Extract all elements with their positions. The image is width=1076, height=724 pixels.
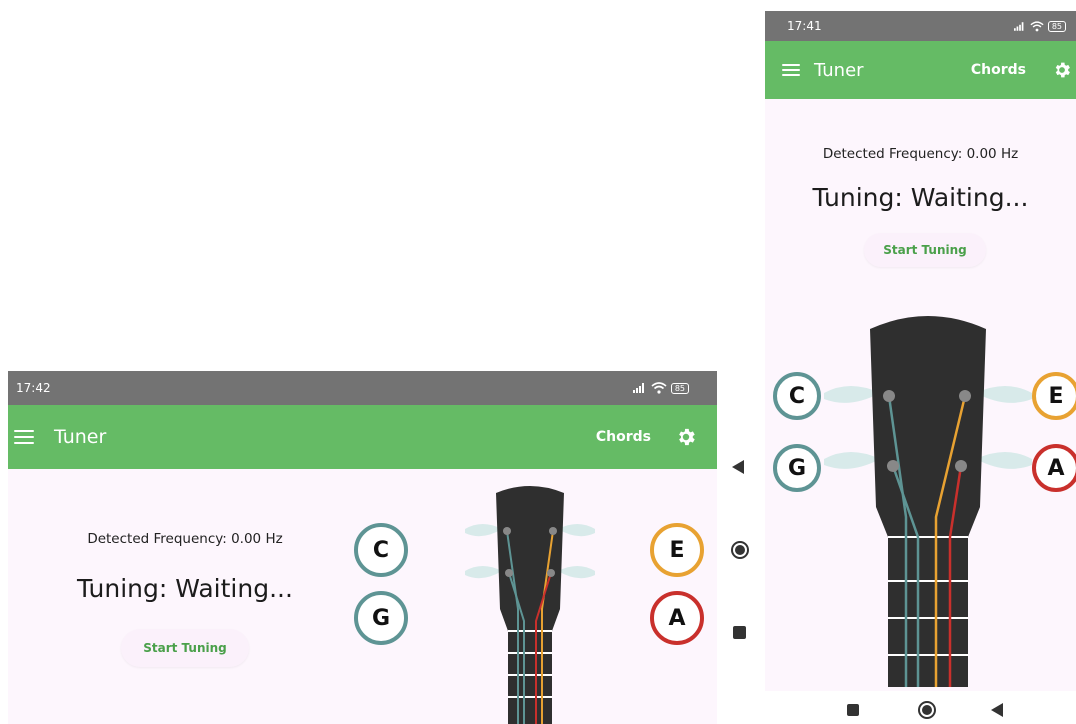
tuning-status: Tuning: Waiting... — [812, 183, 1029, 212]
tuning-status: Tuning: Waiting... — [77, 574, 293, 603]
app-bar: Tuner Chords — [8, 405, 717, 469]
home-icon[interactable] — [918, 701, 936, 719]
portrait-screen: 17:41 85 Tuner Chords Detected Frequency… — [765, 11, 1076, 691]
string-g-button[interactable]: G — [354, 591, 408, 645]
menu-icon[interactable] — [782, 64, 800, 76]
signal-icon — [1013, 21, 1024, 31]
status-time: 17:41 — [787, 19, 822, 33]
start-tuning-button[interactable]: Start Tuning — [864, 233, 986, 267]
ukulele-headstock — [824, 316, 1032, 687]
wifi-icon — [1030, 20, 1044, 31]
string-e-button[interactable]: E — [650, 523, 704, 577]
string-e-button[interactable]: E — [1032, 372, 1076, 420]
start-tuning-button[interactable]: Start Tuning — [121, 629, 249, 667]
chords-button[interactable]: Chords — [596, 429, 651, 445]
gear-icon[interactable] — [675, 426, 697, 448]
frequency-label: Detected Frequency: 0.00 Hz — [822, 146, 1019, 162]
landscape-screen: 17:42 85 Tuner Chords Detected Frequency… — [8, 371, 717, 724]
string-a-button[interactable]: A — [1032, 444, 1076, 492]
app-bar: Tuner Chords — [765, 41, 1076, 99]
home-icon[interactable] — [731, 541, 749, 559]
status-bar: 17:42 85 — [8, 371, 717, 405]
signal-icon — [632, 383, 644, 393]
status-time: 17:42 — [16, 381, 51, 395]
navigation-bar-horizontal — [765, 691, 1076, 724]
string-c-button[interactable]: C — [354, 523, 408, 577]
back-icon[interactable] — [732, 460, 744, 474]
navigation-bar-vertical — [722, 371, 760, 724]
ukulele-headstock — [465, 486, 595, 724]
recents-icon[interactable] — [847, 704, 859, 716]
string-c-button[interactable]: C — [773, 372, 821, 420]
status-bar: 17:41 85 — [765, 11, 1076, 41]
battery-icon: 85 — [670, 382, 689, 394]
battery-icon: 85 — [1047, 20, 1066, 32]
app-title: Tuner — [54, 426, 107, 448]
menu-icon[interactable] — [14, 430, 34, 444]
app-title: Tuner — [814, 59, 864, 81]
gear-icon[interactable] — [1052, 60, 1072, 80]
string-g-button[interactable]: G — [773, 444, 821, 492]
frequency-label: Detected Frequency: 0.00 Hz — [87, 531, 283, 547]
string-a-button[interactable]: A — [650, 591, 704, 645]
wifi-icon — [651, 382, 667, 394]
back-icon[interactable] — [991, 703, 1003, 717]
recents-icon[interactable] — [733, 626, 746, 639]
chords-button[interactable]: Chords — [971, 62, 1026, 78]
